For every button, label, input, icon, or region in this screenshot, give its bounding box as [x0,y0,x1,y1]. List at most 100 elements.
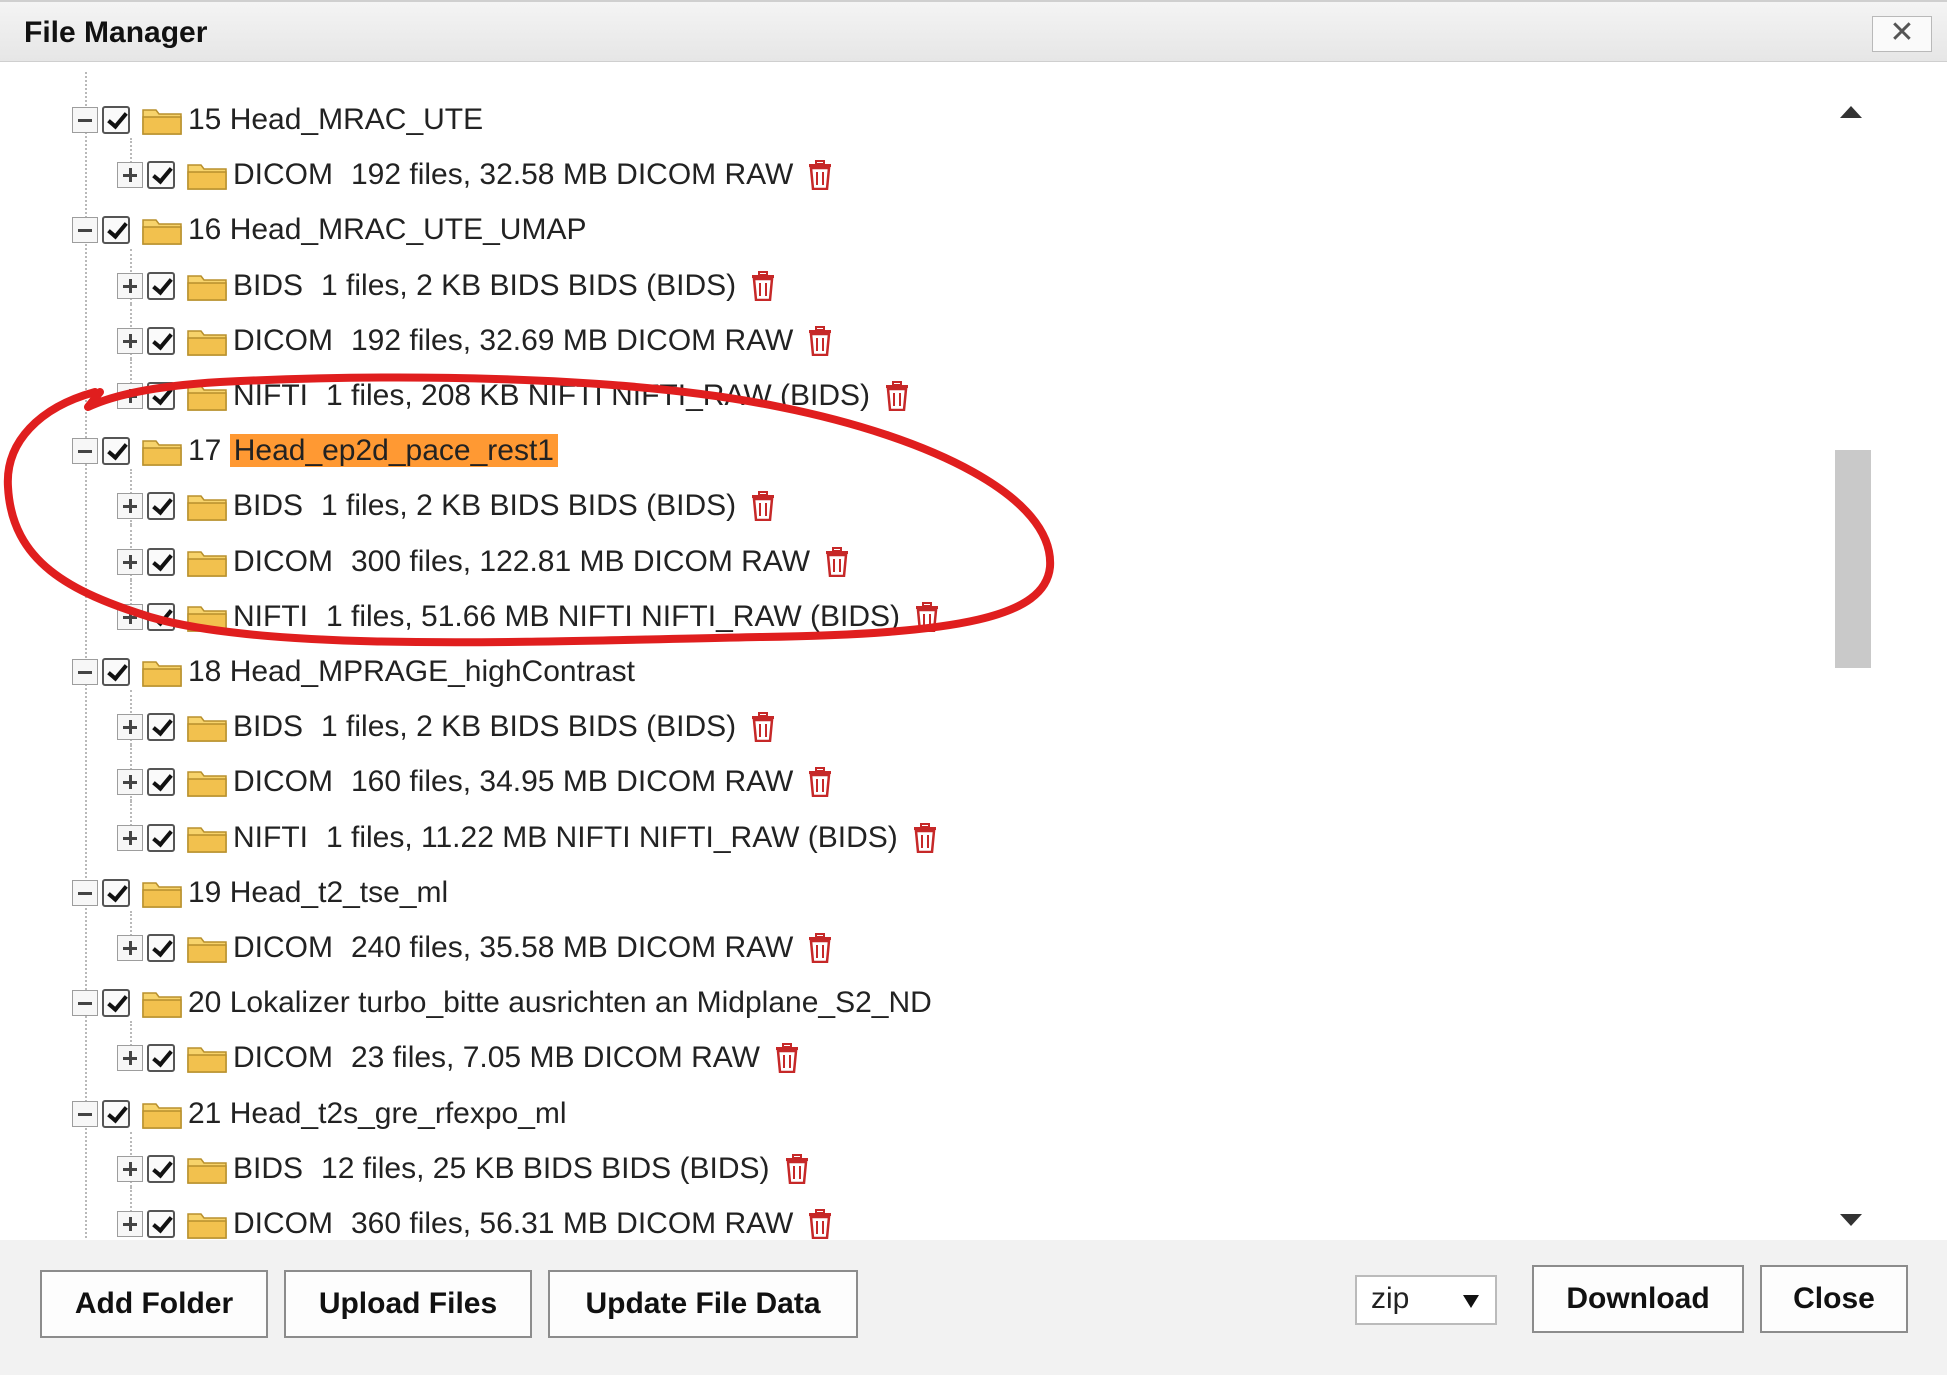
expand-plus-icon[interactable] [117,935,143,961]
add-folder-button[interactable]: Add Folder [40,1270,268,1338]
select-checkbox[interactable] [147,602,175,631]
scroll-up-arrow-icon[interactable] [1840,106,1862,118]
folder-label[interactable]: 16 Head_MRAC_UTE_UMAP [188,213,586,247]
trash-icon[interactable] [914,601,940,633]
trash-icon[interactable] [807,933,833,964]
select-checkbox[interactable] [102,658,130,686]
tree-item-row[interactable]: DICOM 360 files, 56.31 MB DICOM RAW [117,1199,833,1240]
select-checkbox[interactable] [102,106,130,134]
tree-item-row[interactable]: NIFTI 1 files, 11.22 MB NIFTI NIFTI_RAW (… [117,813,938,863]
expand-plus-icon[interactable] [117,769,143,796]
resource-label[interactable]: NIFTI 1 files, 208 KB NIFTI NIFTI_RAW (BI… [233,379,870,413]
trash-icon[interactable] [807,767,833,798]
select-checkbox[interactable] [147,382,175,410]
expand-plus-icon[interactable] [117,603,143,630]
trash-icon[interactable] [807,1209,833,1240]
folder-label[interactable]: 21 Head_t2s_gre_rfexpo_ml [188,1097,567,1131]
trash-icon[interactable] [750,712,776,743]
select-checkbox[interactable] [102,437,130,466]
folder-label[interactable]: 19 Head_t2_tse_ml [188,876,448,910]
resource-label[interactable]: DICOM 240 files, 35.58 MB DICOM RAW [233,931,793,965]
expand-plus-icon[interactable] [117,383,143,409]
tree-item-row[interactable]: DICOM 23 files, 7.05 MB DICOM RAW [117,1033,800,1083]
trash-icon[interactable] [824,546,850,577]
collapse-minus-icon[interactable] [72,879,98,906]
archive-format-select[interactable]: zip [1355,1275,1497,1325]
upload-files-button[interactable]: Upload Files [284,1270,532,1338]
select-checkbox[interactable] [147,326,175,355]
folder-label[interactable]: 18 Head_MPRAGE_highContrast [188,655,635,689]
trash-icon[interactable] [774,1043,800,1074]
select-checkbox[interactable] [147,1210,175,1238]
select-checkbox[interactable] [147,768,175,797]
collapse-minus-icon[interactable] [72,659,98,685]
folder-label[interactable]: 15 Head_MRAC_UTE [188,103,483,137]
resource-label[interactable]: BIDS 1 files, 2 KB BIDS BIDS (BIDS) [233,269,736,303]
collapse-minus-icon[interactable] [72,438,98,465]
tree-item-row[interactable]: BIDS 12 files, 25 KB BIDS BIDS (BIDS) [117,1144,810,1194]
resource-label[interactable]: DICOM 23 files, 7.05 MB DICOM RAW [233,1041,760,1075]
folder-label[interactable]: 20 Lokalizer turbo_bitte ausrichten an M… [188,986,932,1020]
tree-folder-row[interactable]: 18 Head_MPRAGE_highContrast [72,647,635,697]
expand-plus-icon[interactable] [117,714,143,741]
expand-plus-icon[interactable] [117,1211,143,1237]
trash-icon[interactable] [884,381,910,412]
tree-item-row[interactable]: BIDS 1 files, 2 KB BIDS BIDS (BIDS) [117,261,776,311]
collapse-minus-icon[interactable] [72,990,98,1017]
select-checkbox[interactable] [147,271,175,300]
tree-item-row[interactable]: NIFTI 1 files, 51.66 MB NIFTI NIFTI_RAW (… [117,592,940,642]
select-checkbox[interactable] [147,1154,175,1183]
expand-plus-icon[interactable] [117,824,143,851]
resource-label[interactable]: DICOM 192 files, 32.58 MB DICOM RAW [233,158,793,192]
expand-plus-icon[interactable] [117,1045,143,1072]
tree-folder-row[interactable]: 15 Head_MRAC_UTE [72,95,483,145]
select-checkbox[interactable] [147,547,175,576]
expand-plus-icon[interactable] [117,272,143,299]
close-button[interactable]: Close [1760,1265,1908,1333]
resource-label[interactable]: NIFTI 1 files, 51.66 MB NIFTI NIFTI_RAW (… [233,600,900,634]
select-checkbox[interactable] [102,1099,130,1128]
resource-label[interactable]: BIDS 12 files, 25 KB BIDS BIDS (BIDS) [233,1152,770,1186]
select-checkbox[interactable] [147,823,175,852]
select-checkbox[interactable] [102,878,130,907]
tree-item-row[interactable]: BIDS 1 files, 2 KB BIDS BIDS (BIDS) [117,702,776,752]
resource-label[interactable]: DICOM 360 files, 56.31 MB DICOM RAW [233,1207,793,1240]
resource-label[interactable]: DICOM 192 files, 32.69 MB DICOM RAW [233,324,793,358]
collapse-minus-icon[interactable] [72,107,98,133]
resource-label[interactable]: BIDS 1 files, 2 KB BIDS BIDS (BIDS) [233,489,736,523]
tree-folder-row[interactable]: 20 Lokalizer turbo_bitte ausrichten an M… [72,978,932,1028]
trash-icon[interactable] [807,160,833,191]
folder-label[interactable]: 17 Head_ep2d_pace_rest1 [188,434,558,468]
trash-icon[interactable] [750,270,776,301]
trash-icon[interactable] [750,491,776,522]
tree-item-row[interactable]: DICOM 192 files, 32.69 MB DICOM RAW [117,316,833,366]
tree-folder-row[interactable]: 17 Head_ep2d_pace_rest1 [72,426,558,476]
select-checkbox[interactable] [147,713,175,742]
tree-folder-row[interactable]: 19 Head_t2_tse_ml [72,868,448,918]
select-checkbox[interactable] [102,989,130,1018]
tree-item-row[interactable]: NIFTI 1 files, 208 KB NIFTI NIFTI_RAW (BI… [117,371,910,421]
close-window-button[interactable]: ✕ [1872,16,1932,52]
expand-plus-icon[interactable] [117,493,143,520]
tree-item-row[interactable]: BIDS 1 files, 2 KB BIDS BIDS (BIDS) [117,481,776,531]
select-checkbox[interactable] [147,1044,175,1073]
expand-plus-icon[interactable] [117,162,143,189]
scroll-down-arrow-icon[interactable] [1840,1214,1862,1226]
select-checkbox[interactable] [147,934,175,962]
select-checkbox[interactable] [147,161,175,190]
tree-item-row[interactable]: DICOM 300 files, 122.81 MB DICOM RAW [117,537,850,587]
collapse-minus-icon[interactable] [72,1100,98,1127]
tree-item-row[interactable]: DICOM 192 files, 32.58 MB DICOM RAW [117,150,833,200]
trash-icon[interactable] [807,325,833,357]
collapse-minus-icon[interactable] [72,217,98,244]
download-button[interactable]: Download [1532,1265,1744,1333]
expand-plus-icon[interactable] [117,1155,143,1182]
select-checkbox[interactable] [147,492,175,521]
scrollbar-thumb[interactable] [1835,450,1871,668]
resource-label[interactable]: NIFTI 1 files, 11.22 MB NIFTI NIFTI_RAW (… [233,821,898,855]
resource-label[interactable]: BIDS 1 files, 2 KB BIDS BIDS (BIDS) [233,710,736,744]
trash-icon[interactable] [912,822,938,853]
tree-item-row[interactable]: DICOM 160 files, 34.95 MB DICOM RAW [117,757,833,807]
select-checkbox[interactable] [102,216,130,245]
tree-item-row[interactable]: DICOM 240 files, 35.58 MB DICOM RAW [117,923,833,973]
